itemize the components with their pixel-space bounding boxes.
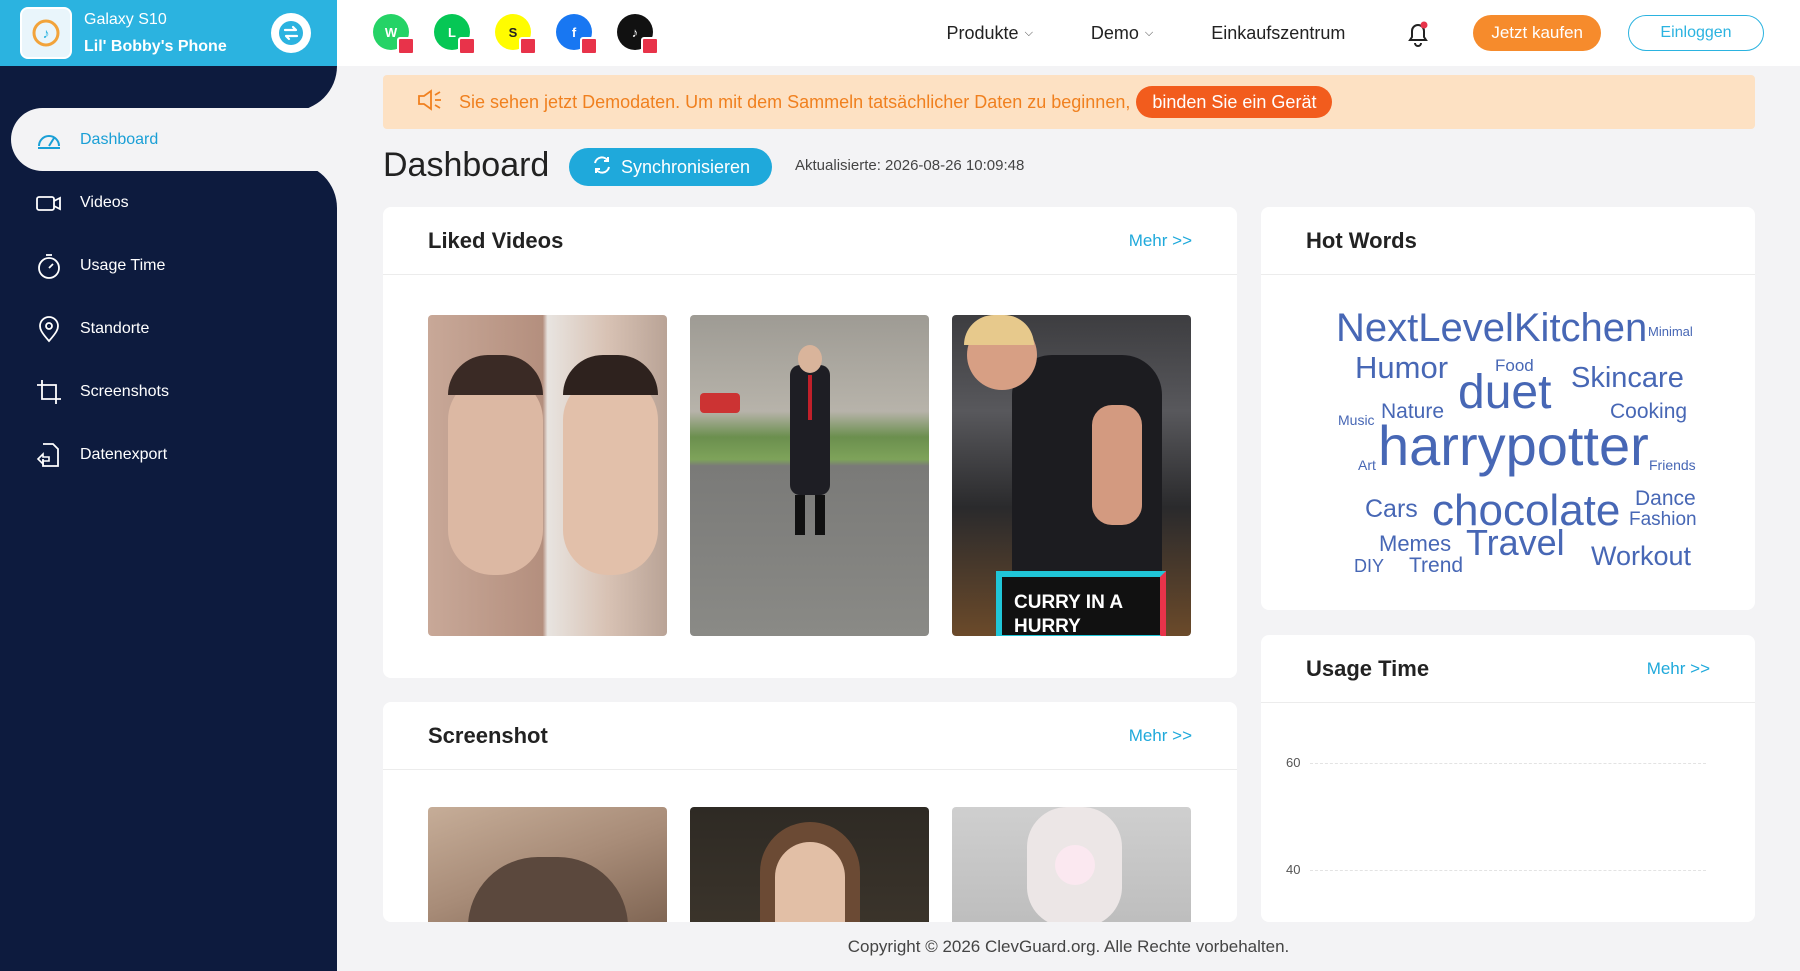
hot-word[interactable]: Art bbox=[1358, 458, 1376, 472]
snapchat-icon[interactable]: S bbox=[495, 14, 537, 55]
notice-text: Sie sehen jetzt Demodaten. Um mit dem Sa… bbox=[459, 91, 1131, 112]
app-icons: W L S f ♪ bbox=[373, 14, 659, 55]
location-pin-icon bbox=[34, 314, 64, 344]
top-bar: W L S f ♪ Produkte ⌵ Demo ⌵ Einkaufszentru… bbox=[337, 0, 1800, 66]
sidebar-item-label: Screenshots bbox=[80, 382, 169, 400]
hot-word[interactable]: Cars bbox=[1365, 497, 1418, 522]
video-caption: CURRY IN A HURRY bbox=[996, 571, 1166, 636]
usage-time-card: Usage Time Mehr >> 60 40 bbox=[1261, 635, 1755, 922]
y-tick-label: 60 bbox=[1286, 755, 1301, 770]
sidebar-item-screenshots[interactable]: Screenshots bbox=[0, 360, 337, 423]
sidebar-item-label: Videos bbox=[80, 193, 129, 211]
sidebar-item-standorte[interactable]: Standorte bbox=[0, 297, 337, 360]
menu-demo[interactable]: Demo ⌵ bbox=[1091, 23, 1153, 44]
gift-icon bbox=[458, 37, 476, 55]
facebook-icon[interactable]: f bbox=[556, 14, 598, 55]
sidebar-item-label: Usage Time bbox=[80, 256, 166, 274]
device-avatar: ♪ bbox=[20, 7, 72, 59]
grid-line bbox=[1310, 763, 1706, 764]
card-title: Liked Videos bbox=[428, 227, 564, 253]
more-link[interactable]: Mehr >> bbox=[1129, 231, 1192, 251]
sidebar-item-label: Standorte bbox=[80, 319, 150, 337]
screenshot-thumbnail[interactable] bbox=[690, 807, 929, 922]
sidebar-item-usage-time[interactable]: Usage Time bbox=[0, 234, 337, 297]
bind-device-button[interactable]: binden Sie ein Gerät bbox=[1136, 86, 1333, 118]
sidebar-item-datenexport[interactable]: Datenexport bbox=[0, 423, 337, 486]
hot-word[interactable]: DIY bbox=[1354, 557, 1384, 575]
sidebar-curve bbox=[0, 66, 337, 111]
sidebar: ♪ Galaxy S10 Lil' Bobby's Phone Dashboar… bbox=[0, 0, 337, 971]
menu-produkte[interactable]: Produkte ⌵ bbox=[947, 23, 1033, 44]
hot-word[interactable]: harrypotter bbox=[1378, 418, 1649, 474]
svg-text:♪: ♪ bbox=[43, 25, 50, 41]
stopwatch-icon bbox=[34, 251, 64, 281]
video-icon bbox=[34, 188, 64, 218]
more-link[interactable]: Mehr >> bbox=[1647, 659, 1710, 679]
card-title: Hot Words bbox=[1306, 227, 1417, 253]
screenshot-thumbnail[interactable] bbox=[952, 807, 1191, 922]
sidebar-item-label: Datenexport bbox=[80, 445, 168, 463]
copyright-text: Copyright © 2026 ClevGuard.org. Alle Rec… bbox=[847, 936, 1290, 956]
hot-word[interactable]: Workout bbox=[1591, 543, 1691, 570]
buy-now-button[interactable]: Jetzt kaufen bbox=[1473, 15, 1601, 51]
video-thumbnail[interactable]: CURRY IN A HURRY bbox=[952, 315, 1191, 636]
liked-videos-card: Liked Videos Mehr >> CURRY IN A HURRY bbox=[383, 207, 1237, 678]
bell-icon[interactable] bbox=[1403, 18, 1433, 48]
last-updated: Aktualisierte: 2026-08-26 10:09:48 bbox=[795, 157, 1025, 174]
speaker-icon bbox=[417, 88, 443, 116]
page-title: Dashboard bbox=[383, 146, 550, 184]
sidebar-item-videos[interactable]: Videos bbox=[0, 171, 337, 234]
grid-line bbox=[1310, 870, 1706, 871]
footer: Copyright © 2026 ClevGuard.org. Alle Rec… bbox=[337, 922, 1800, 971]
more-link[interactable]: Mehr >> bbox=[1129, 726, 1192, 746]
y-tick-label: 40 bbox=[1286, 862, 1301, 877]
hot-word[interactable]: Memes bbox=[1379, 533, 1451, 555]
gift-icon bbox=[519, 37, 537, 55]
gift-icon bbox=[641, 37, 659, 55]
hot-word[interactable]: duet bbox=[1458, 369, 1551, 417]
crop-icon bbox=[34, 377, 64, 407]
chevron-down-icon: ⌵ bbox=[1144, 26, 1154, 39]
hot-word[interactable]: Fashion bbox=[1629, 510, 1697, 529]
hot-word[interactable]: Skincare bbox=[1571, 364, 1684, 393]
card-title: Usage Time bbox=[1306, 655, 1430, 681]
device-name: Lil' Bobby's Phone bbox=[84, 38, 227, 55]
video-thumbnail[interactable] bbox=[690, 315, 929, 636]
login-button[interactable]: Einloggen bbox=[1628, 15, 1764, 51]
hot-word[interactable]: Trend bbox=[1409, 555, 1463, 576]
hot-word[interactable]: Travel bbox=[1466, 525, 1565, 561]
whatsapp-icon[interactable]: W bbox=[373, 14, 415, 55]
hot-word[interactable]: Dance bbox=[1635, 488, 1696, 509]
gauge-icon bbox=[34, 125, 64, 155]
hot-words-card: Hot Words NextLevelKitchen Minimal Humor… bbox=[1261, 207, 1755, 610]
card-title: Screenshot bbox=[428, 722, 548, 748]
gift-icon bbox=[580, 37, 598, 55]
word-cloud: NextLevelKitchen Minimal Humor Food duet… bbox=[1261, 275, 1755, 605]
menu-einkaufszentrum[interactable]: Einkaufszentrum bbox=[1211, 23, 1345, 44]
screenshot-card: Screenshot Mehr >> bbox=[383, 702, 1237, 922]
refresh-icon bbox=[591, 154, 613, 181]
video-thumbnail[interactable] bbox=[428, 315, 667, 636]
hot-word[interactable]: Friends bbox=[1649, 458, 1696, 472]
hot-word[interactable]: Music bbox=[1338, 413, 1375, 427]
sidebar-nav: Dashboard Videos Usage Time Standorte Sc… bbox=[0, 108, 337, 486]
hot-word[interactable]: Minimal bbox=[1648, 325, 1693, 338]
gift-icon bbox=[397, 37, 415, 55]
hot-word[interactable]: Humor bbox=[1355, 352, 1448, 383]
chevron-down-icon: ⌵ bbox=[1024, 26, 1033, 39]
switch-device-icon[interactable] bbox=[271, 13, 311, 53]
sidebar-item-label: Dashboard bbox=[80, 130, 159, 148]
screenshot-thumbnail[interactable] bbox=[428, 807, 667, 922]
sync-button[interactable]: Synchronisieren bbox=[569, 148, 773, 186]
device-model: Galaxy S10 bbox=[84, 11, 167, 28]
usage-chart: 60 40 bbox=[1261, 703, 1755, 922]
tiktok-icon[interactable]: ♪ bbox=[617, 14, 659, 55]
sidebar-item-dashboard[interactable]: Dashboard bbox=[11, 108, 337, 171]
hot-word[interactable]: NextLevelKitchen bbox=[1336, 308, 1647, 348]
export-icon bbox=[34, 440, 64, 470]
device-selector[interactable]: ♪ Galaxy S10 Lil' Bobby's Phone bbox=[0, 0, 337, 66]
line-icon[interactable]: L bbox=[434, 14, 476, 55]
demo-notice-banner: Sie sehen jetzt Demodaten. Um mit dem Sa… bbox=[383, 75, 1755, 129]
